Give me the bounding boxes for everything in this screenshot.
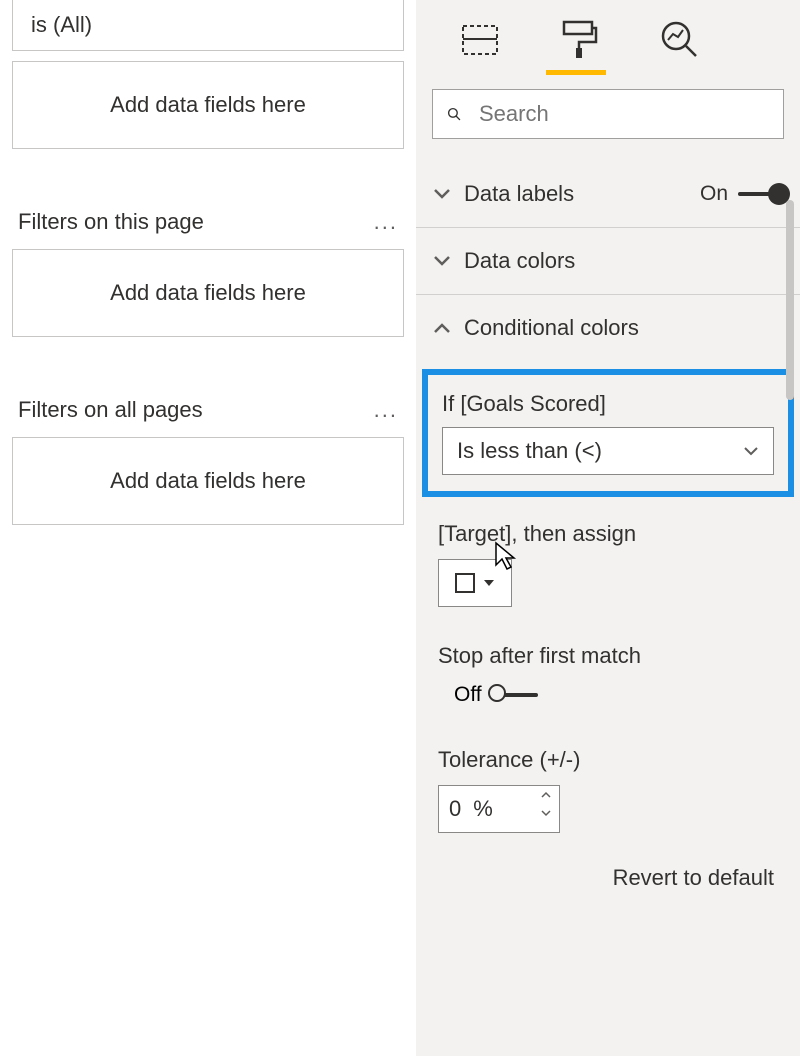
toggle-state-text: Off: [454, 683, 482, 707]
condition-if-label: If [Goals Scored]: [442, 391, 774, 417]
tab-fields[interactable]: [450, 16, 510, 64]
visualizations-pane: Data labels On Data colors Conditional c…: [416, 0, 800, 1056]
all-pages-filters-dropzone[interactable]: Add data fields here: [12, 437, 404, 525]
condition-operator-select[interactable]: Is less than (<): [442, 427, 774, 475]
revert-to-default-link[interactable]: Revert to default: [416, 833, 800, 891]
all-pages-filters-title: Filters on all pages: [18, 397, 203, 423]
scrollbar[interactable]: [786, 200, 794, 400]
tab-analytics[interactable]: [650, 16, 710, 64]
tolerance-section: Tolerance (+/-) 0 %: [416, 707, 800, 833]
tab-format[interactable]: [550, 16, 610, 64]
all-pages-filters-header: Filters on all pages ...: [12, 377, 404, 437]
page-filters-dropzone[interactable]: Add data fields here: [12, 249, 404, 337]
page-filters-more-icon[interactable]: ...: [374, 209, 398, 235]
all-pages-filters-more-icon[interactable]: ...: [374, 397, 398, 423]
condition-operator-value: Is less than (<): [457, 438, 602, 464]
data-colors-label: Data colors: [464, 248, 784, 274]
format-properties: Data labels On Data colors Conditional c…: [416, 161, 800, 361]
target-assign-section: [Target], then assign: [416, 497, 800, 607]
dropzone-placeholder: Add data fields here: [110, 468, 306, 494]
page-filters-title: Filters on this page: [18, 209, 204, 235]
format-search[interactable]: [432, 89, 784, 139]
stop-after-toggle[interactable]: Off: [454, 683, 778, 707]
pane-tabs: [416, 0, 800, 64]
conditional-if-highlight: If [Goals Scored] Is less than (<): [422, 369, 794, 497]
chevron-down-icon: [432, 188, 452, 200]
data-colors-row[interactable]: Data colors: [432, 228, 784, 294]
visual-filters-dropzone[interactable]: Add data fields here: [12, 61, 404, 149]
analytics-icon: [660, 20, 700, 60]
chevron-up-icon: [432, 322, 452, 334]
caret-down-icon: [483, 579, 495, 587]
tab-format-underline: [546, 70, 606, 75]
stepper-icon[interactable]: [539, 790, 553, 826]
page-filters-header: Filters on this page ...: [12, 189, 404, 249]
filters-pane: is (All) Add data fields here Filters on…: [0, 0, 416, 1056]
chevron-down-icon: [432, 255, 452, 267]
search-input[interactable]: [477, 100, 769, 128]
paint-roller-icon: [562, 20, 598, 60]
data-labels-toggle[interactable]: On: [700, 182, 784, 206]
revert-label: Revert to default: [613, 865, 774, 890]
assign-color-picker[interactable]: [438, 559, 512, 607]
tolerance-input[interactable]: 0 %: [438, 785, 560, 833]
data-labels-label: Data labels: [464, 181, 700, 207]
toggle-state-text: On: [700, 182, 728, 206]
fields-icon: [462, 25, 498, 55]
tolerance-value: 0: [449, 796, 461, 822]
tolerance-unit: %: [473, 796, 493, 822]
stop-after-label: Stop after first match: [438, 643, 778, 669]
search-icon: [447, 101, 461, 127]
chevron-down-icon: [743, 446, 759, 456]
dropzone-placeholder: Add data fields here: [110, 92, 306, 118]
conditional-colors-row[interactable]: Conditional colors: [432, 295, 784, 361]
data-labels-row[interactable]: Data labels On: [432, 161, 784, 227]
active-filter-text: is (All): [13, 0, 403, 50]
stop-after-section: Stop after first match Off: [416, 607, 800, 707]
conditional-colors-label: Conditional colors: [464, 315, 784, 341]
color-swatch-empty-icon: [455, 573, 475, 593]
target-assign-label: [Target], then assign: [438, 521, 778, 547]
dropzone-placeholder: Add data fields here: [110, 280, 306, 306]
tolerance-label: Tolerance (+/-): [438, 747, 778, 773]
active-filter-card[interactable]: is (All): [12, 0, 404, 51]
